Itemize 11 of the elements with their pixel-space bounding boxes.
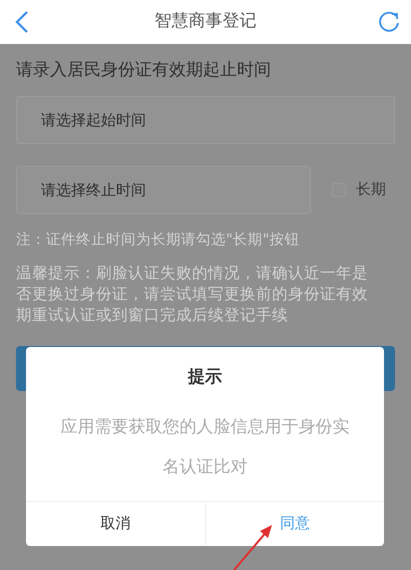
cancel-button[interactable]: 取消	[26, 502, 204, 546]
end-date-field[interactable]: 请选择终止时间	[16, 166, 311, 214]
tip-text: 温馨提示：刷脸认证失败的情况，请确认近一年是否更换过身份证，请尝试填写更换前的身份证有效期重试认证或到窗口完成后续登记手续	[16, 263, 369, 326]
refresh-icon[interactable]	[377, 10, 401, 34]
dialog-message: 应用需要获取您的人脸信息用于身份实名认证比对	[60, 416, 350, 478]
form-heading: 请录入居民身份证有效期起止时间	[16, 59, 272, 82]
long-term-label: 长期	[356, 179, 386, 200]
start-date-field[interactable]: 请选择起始时间	[16, 96, 395, 144]
header-title: 智慧商事登记	[154, 10, 256, 34]
dialog-title: 提示	[188, 366, 222, 389]
note-text: 注：证件终止时间为长期请勾选"长期"按钮	[16, 230, 300, 250]
